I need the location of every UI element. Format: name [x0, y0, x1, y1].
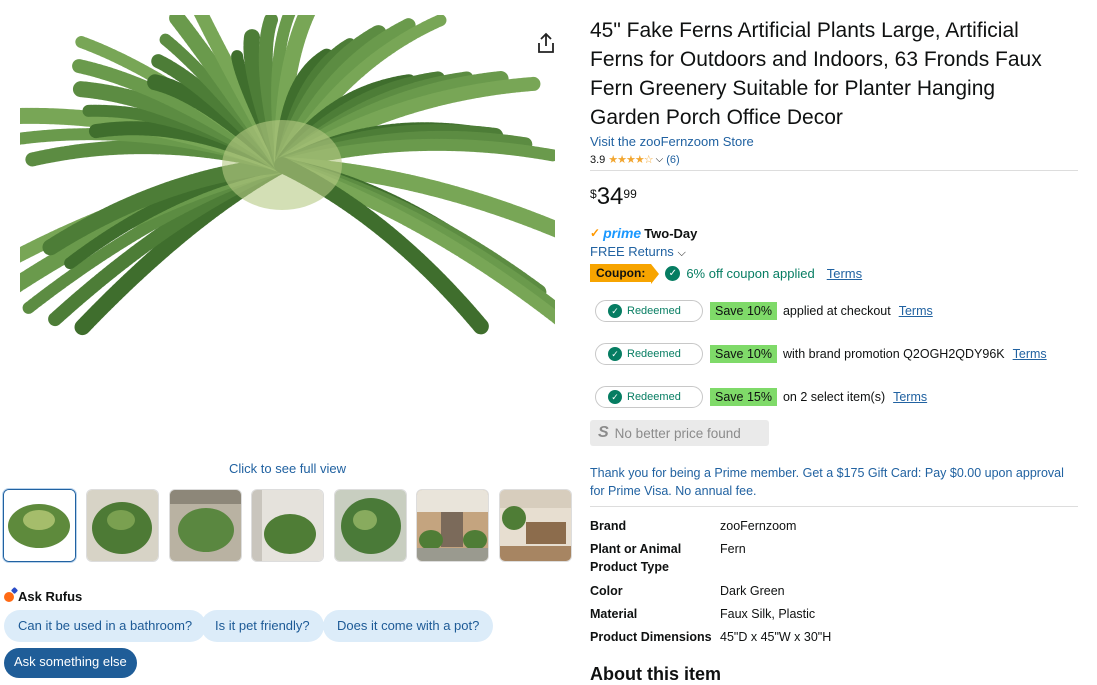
check-circle-icon: ✓ — [608, 390, 622, 404]
save-badge: Save 10% — [710, 345, 777, 363]
save-badge: Save 15% — [710, 388, 777, 406]
share-icon[interactable] — [536, 32, 556, 54]
promotion-row: ✓ Redeemed Save 10% with brand promotion … — [595, 343, 1047, 365]
coupon-terms-link[interactable]: Terms — [827, 266, 862, 281]
redeemed-label: Redeemed — [627, 391, 681, 403]
rating-count-link[interactable]: (6) — [666, 154, 679, 166]
prime-visa-offer-link[interactable]: Thank you for being a Prime member. Get … — [590, 464, 1080, 500]
promotion-terms-link[interactable]: Terms — [893, 390, 927, 404]
promotion-row: ✓ Redeemed Save 15% on 2 select item(s) T… — [595, 386, 927, 408]
save-badge: Save 10% — [710, 302, 777, 320]
spec-value-product-type: Fern — [720, 542, 746, 556]
about-this-item-heading: About this item — [590, 664, 721, 684]
free-returns-link[interactable]: FREE Returns ⌵ — [590, 244, 686, 260]
promotion-text: with brand promotion Q2OGH2QDY96K — [782, 347, 1005, 361]
no-better-price-badge: S No better price found — [590, 420, 769, 446]
check-circle-icon: ✓ — [665, 265, 681, 281]
coupon-tag: Coupon: — [590, 264, 660, 284]
store-link[interactable]: Visit the zooFernzoom Store — [590, 134, 754, 149]
thumbnail-7[interactable] — [499, 489, 572, 562]
rufus-icon — [4, 591, 14, 602]
promotion-terms-link[interactable]: Terms — [1013, 347, 1047, 361]
price-whole: 34 — [596, 183, 624, 210]
promotion-text: applied at checkout — [782, 304, 891, 318]
spec-label-color: Color — [590, 584, 623, 598]
promotion-terms-link[interactable]: Terms — [899, 304, 933, 318]
fern-image — [0, 0, 589, 338]
spec-label-product-type: Plant or Animal Product Type — [590, 542, 682, 574]
spec-value-color: Dark Green — [720, 584, 785, 598]
thumbnail-1[interactable] — [3, 489, 76, 562]
spec-label-material: Material — [590, 607, 638, 621]
price-fraction: 99 — [623, 187, 637, 201]
divider — [590, 506, 1078, 507]
spec-value-material: Faux Silk, Plastic — [720, 607, 816, 621]
chevron-down-icon: ⌵ — [677, 247, 686, 259]
rating-value: 3.9 — [590, 153, 606, 166]
price: $ 34 99 — [590, 183, 637, 211]
spec-label-brand: Brand — [590, 519, 627, 533]
check-circle-icon: ✓ — [608, 347, 622, 361]
see-full-view-link[interactable]: Click to see full view — [229, 461, 346, 476]
star-rating-icon[interactable]: ★★★★☆ — [608, 153, 653, 166]
rating-row: 3.9 ★★★★☆ ⌵ (6) — [590, 153, 680, 167]
rufus-suggestion-bathroom[interactable]: Can it be used in a bathroom? — [4, 610, 207, 642]
redeemed-badge: ✓ Redeemed — [595, 386, 703, 408]
redeemed-label: Redeemed — [627, 305, 681, 317]
thumbnail-2[interactable] — [86, 489, 159, 562]
main-product-image[interactable] — [0, 0, 589, 460]
check-circle-icon: ✓ — [608, 304, 622, 318]
spec-value-dimensions: 45"D x 45"W x 30"H — [720, 630, 832, 644]
coupon-row: Coupon: ✓ 6% off coupon applied Terms — [590, 264, 862, 284]
ask-rufus-label: Ask Rufus — [18, 589, 83, 604]
thumbnail-5[interactable] — [334, 489, 407, 562]
rufus-suggestion-pet-friendly[interactable]: Is it pet friendly? — [201, 610, 324, 642]
redeemed-label: Redeemed — [627, 348, 681, 360]
thumbnail-3[interactable] — [169, 489, 242, 562]
redeemed-badge: ✓ Redeemed — [595, 343, 703, 365]
ask-rufus-heading: Ask Rufus — [4, 589, 82, 604]
rufus-suggestion-pot[interactable]: Does it come with a pot? — [323, 610, 494, 642]
thumbnail-4[interactable] — [251, 489, 324, 562]
prime-logo: prime — [603, 225, 642, 241]
prime-check-icon: ✓ — [590, 226, 601, 240]
thumbnail-6[interactable] — [416, 489, 489, 562]
no-better-price-label: No better price found — [614, 425, 741, 441]
redeemed-badge: ✓ Redeemed — [595, 300, 703, 322]
price-symbol: $ — [590, 187, 597, 201]
spec-value-brand: zooFernzoom — [720, 519, 797, 533]
ask-something-else-button[interactable]: Ask something else — [4, 648, 137, 678]
promotion-row: ✓ Redeemed Save 10% applied at checkout T… — [595, 300, 933, 322]
chevron-down-icon[interactable]: ⌵ — [656, 154, 664, 165]
savings-s-icon: S — [598, 424, 609, 441]
free-returns-label: FREE Returns — [590, 244, 674, 259]
prime-badge: ✓ prime Two-Day — [590, 225, 697, 241]
spec-label-dimensions: Product Dimensions — [590, 630, 712, 644]
divider — [590, 170, 1078, 171]
product-title: 45" Fake Ferns Artificial Plants Large, … — [590, 19, 1042, 129]
coupon-text: 6% off coupon applied — [686, 265, 815, 281]
two-day-label: Two-Day — [644, 225, 698, 241]
promotion-text: on 2 select item(s) — [782, 390, 886, 404]
